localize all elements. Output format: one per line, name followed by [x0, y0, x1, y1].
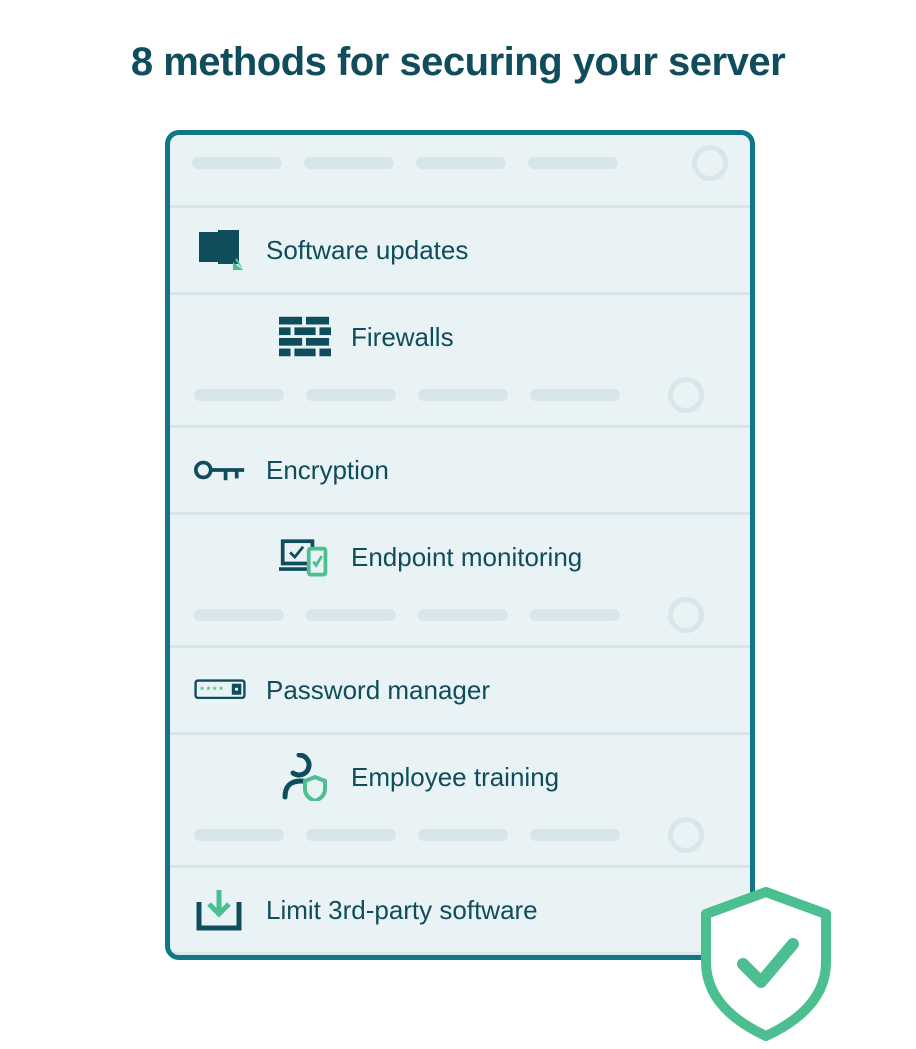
deco-bar	[418, 609, 508, 621]
deco-bar	[192, 157, 282, 169]
method-row: Software updates	[170, 205, 750, 292]
svg-text:*: *	[219, 685, 223, 696]
deco-bar	[194, 829, 284, 841]
deco-bar	[306, 389, 396, 401]
svg-text:*: *	[200, 685, 204, 696]
method-label: Encryption	[266, 455, 389, 486]
deco-bar	[530, 609, 620, 621]
endpoint-monitoring-icon	[279, 535, 331, 579]
deco-bar	[418, 829, 508, 841]
deco-bar	[416, 157, 506, 169]
firewall-icon	[279, 315, 331, 359]
method-label: Employee training	[351, 762, 559, 793]
deco-bar	[306, 829, 396, 841]
encryption-icon	[194, 448, 246, 492]
deco-bar	[194, 609, 284, 621]
software-updates-icon	[194, 228, 246, 272]
deco-circle	[668, 817, 704, 853]
method-label: Endpoint monitoring	[351, 542, 582, 573]
deco-circle	[668, 377, 704, 413]
deco-bar	[530, 389, 620, 401]
deco-circle	[668, 597, 704, 633]
method-label: Password manager	[266, 675, 490, 706]
method-label: Software updates	[266, 235, 468, 266]
deco-bar	[304, 157, 394, 169]
svg-text:*: *	[207, 685, 211, 696]
page-title: 8 methods for securing your server	[0, 0, 916, 85]
method-row: Limit 3rd-party software	[170, 865, 750, 952]
method-row: Endpoint monitoring	[170, 512, 750, 645]
employee-training-icon	[279, 755, 331, 799]
svg-text:*: *	[213, 685, 217, 696]
panel-deco-top	[170, 135, 750, 205]
deco-bar	[530, 829, 620, 841]
limit-software-icon	[194, 888, 246, 932]
deco-bar	[194, 389, 284, 401]
method-label: Limit 3rd-party software	[266, 895, 538, 926]
deco-bar	[528, 157, 618, 169]
method-row: **** Password manager	[170, 645, 750, 732]
deco-circle	[692, 145, 728, 181]
shield-check-icon	[691, 884, 841, 1044]
method-row: Encryption	[170, 425, 750, 512]
deco-bar	[306, 609, 396, 621]
method-row: Firewalls	[170, 292, 750, 425]
server-panel: Software updates Firewalls	[165, 130, 755, 960]
password-manager-icon: ****	[194, 668, 246, 712]
deco-bar	[418, 389, 508, 401]
method-row: Network segmentation	[170, 952, 750, 960]
method-label: Firewalls	[351, 322, 454, 353]
method-row: Employee training	[170, 732, 750, 865]
